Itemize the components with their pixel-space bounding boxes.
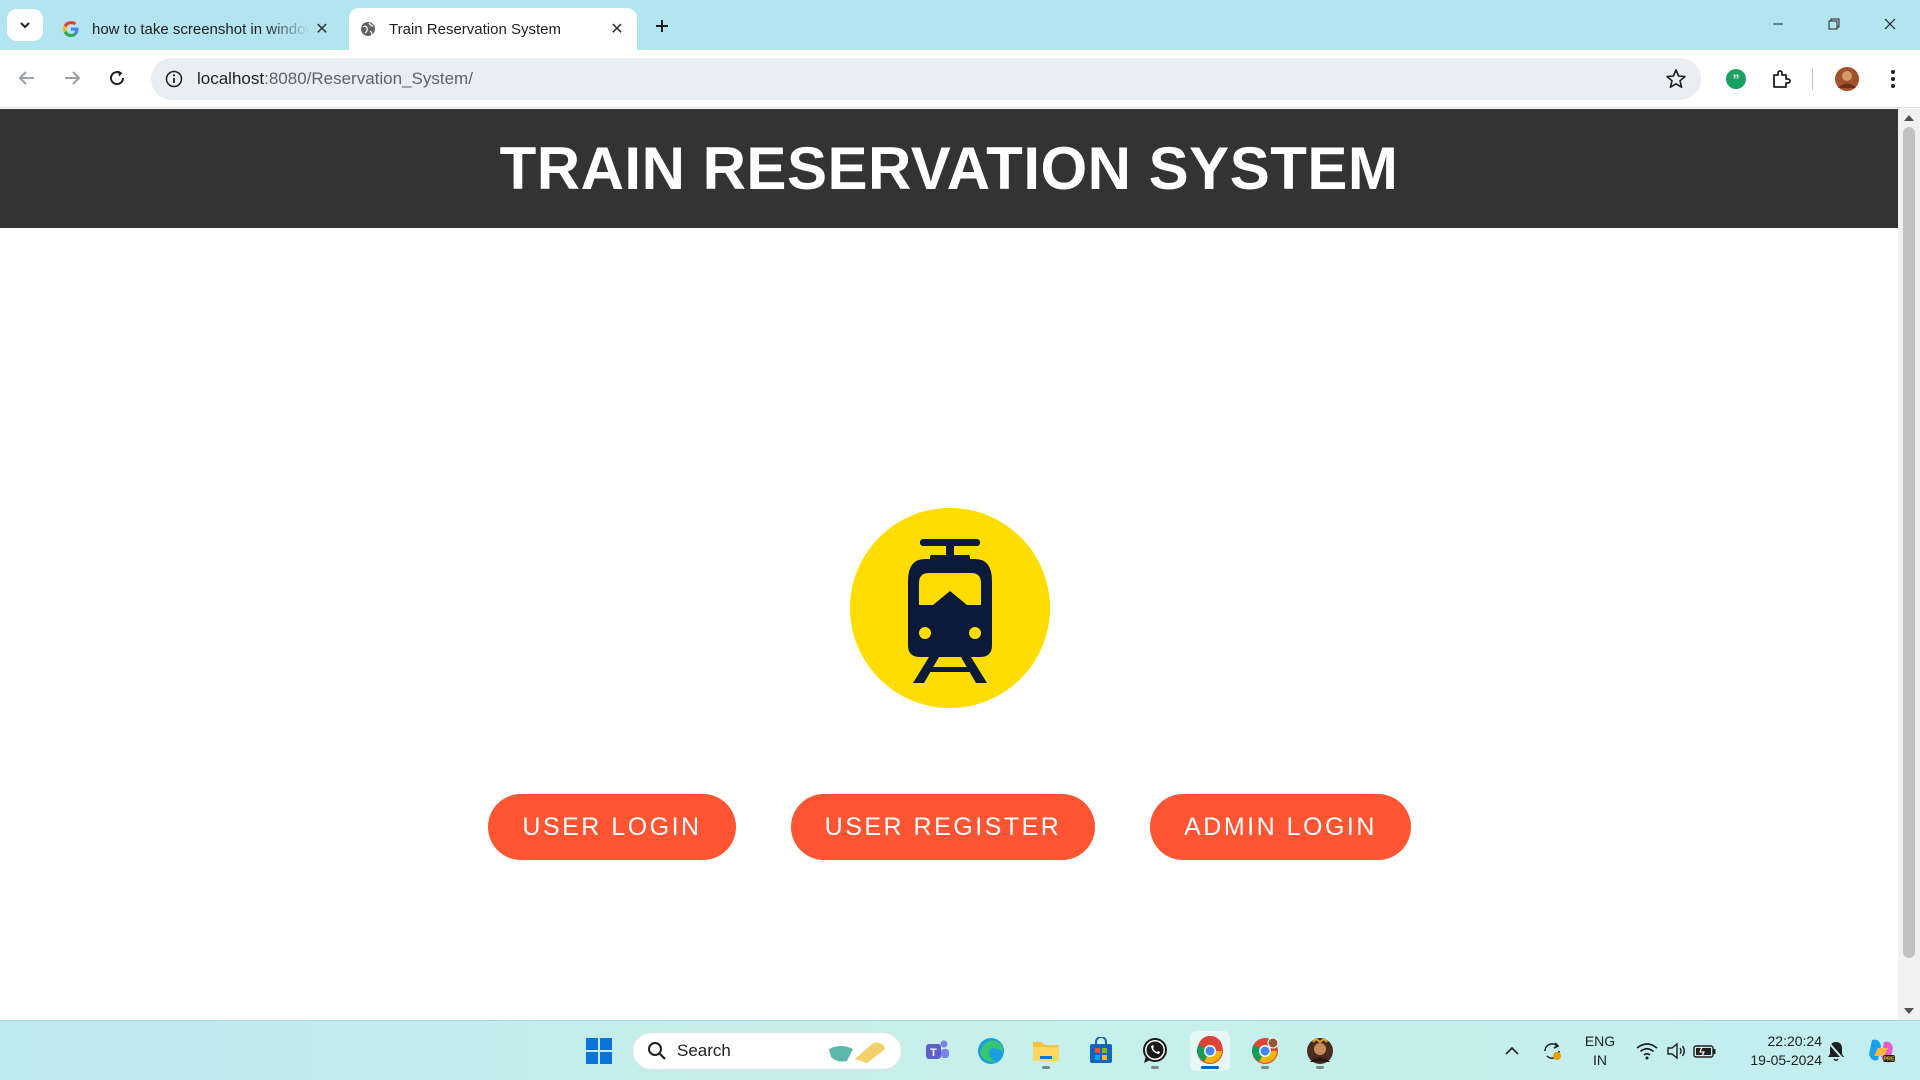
user-register-button[interactable]: USER REGISTER (791, 794, 1095, 860)
address-bar[interactable]: localhost:8080/Reservation_System/ (151, 58, 1701, 100)
taskbar-store[interactable] (1081, 1031, 1121, 1071)
restore-icon (1828, 18, 1840, 30)
page-scrollbar[interactable] (1898, 109, 1920, 1020)
taskbar-chrome[interactable] (1190, 1031, 1230, 1071)
reload-icon (110, 70, 125, 86)
url-text: localhost:8080/Reservation_System/ (197, 69, 473, 89)
battery-icon[interactable] (1693, 1039, 1717, 1063)
quote-extension-icon[interactable]: ” (1723, 66, 1749, 92)
language-code: ENG (1584, 1033, 1616, 1049)
user-login-button[interactable]: USER LOGIN (488, 794, 736, 860)
scroll-up-arrow-icon[interactable] (1904, 115, 1914, 121)
minimize-button[interactable] (1750, 0, 1806, 48)
store-icon (1090, 1037, 1112, 1063)
close-icon (1884, 18, 1896, 30)
browser-toolbar: localhost:8080/Reservation_System/ ” (0, 50, 1920, 108)
running-indicator (1316, 1066, 1324, 1069)
profile-avatar[interactable] (1834, 66, 1860, 92)
toolbar-divider (1812, 68, 1813, 90)
copilot-icon[interactable]: PRE (1866, 1039, 1896, 1063)
chrome-profile-icon (1252, 1037, 1279, 1064)
back-button[interactable] (10, 61, 44, 95)
clock-date: 19-05-2024 (1750, 1052, 1822, 1068)
windows-logo-icon (586, 1038, 612, 1064)
tab-title: how to take screenshot in windows (92, 20, 310, 38)
scroll-down-arrow-icon[interactable] (1904, 1008, 1914, 1014)
arrow-right-icon (65, 71, 81, 85)
taskbar-app-avatar[interactable] (1300, 1031, 1340, 1071)
running-indicator (1261, 1066, 1269, 1069)
clock-time: 22:20:24 (1767, 1033, 1823, 1049)
show-hidden-icons-chevron-icon[interactable] (1500, 1039, 1524, 1063)
taskbar-file-explorer[interactable] (1026, 1031, 1066, 1071)
google-icon (62, 20, 80, 38)
tab-train-reservation[interactable]: Train Reservation System ✕ (349, 8, 637, 50)
search-icon (648, 1042, 666, 1060)
site-info-icon[interactable] (163, 68, 185, 90)
teams-icon: T (926, 1040, 949, 1059)
start-button[interactable] (579, 1031, 619, 1071)
app-avatar-icon (1307, 1037, 1333, 1064)
running-indicator (1201, 1066, 1219, 1069)
edge-icon (978, 1038, 1004, 1064)
tab-search-button[interactable] (7, 9, 43, 41)
wifi-icon[interactable] (1635, 1039, 1659, 1063)
close-icon[interactable]: ✕ (605, 17, 629, 41)
page-header: TRAIN RESERVATION SYSTEM (0, 109, 1898, 228)
volume-icon[interactable] (1664, 1039, 1688, 1063)
chrome-icon (1197, 1036, 1223, 1064)
clock[interactable]: 22:20:24 19-05-2024 (1732, 1032, 1822, 1070)
forward-button[interactable] (55, 61, 89, 95)
new-tab-button[interactable] (648, 12, 676, 40)
train-icon (908, 539, 992, 683)
reload-button[interactable] (100, 61, 134, 95)
sync-icon[interactable] (1540, 1039, 1564, 1063)
running-indicator (1151, 1066, 1159, 1069)
extensions-puzzle-icon[interactable] (1768, 66, 1794, 92)
train-logo (850, 508, 1050, 708)
close-icon[interactable]: ✕ (310, 17, 334, 41)
svg-text:PRE: PRE (1883, 1057, 1895, 1063)
tab-title: Train Reservation System (389, 20, 562, 38)
svg-text:T: T (930, 1047, 937, 1059)
taskbar-teams[interactable]: T (917, 1031, 957, 1071)
close-window-button[interactable] (1862, 0, 1918, 48)
windows-taskbar: Search T ENG IN 22:20:24 19-05-2024 PRE (0, 1020, 1920, 1080)
taskbar-edge[interactable] (971, 1031, 1011, 1071)
folder-icon (1033, 1042, 1059, 1061)
page-viewport: TRAIN RESERVATION SYSTEM USER LOGIN USER… (0, 109, 1898, 1020)
notification-bell-icon[interactable] (1824, 1039, 1848, 1063)
browser-tab-strip: how to take screenshot in windows ✕ Trai… (0, 0, 1920, 50)
scroll-thumb[interactable] (1903, 127, 1915, 958)
url-host: localhost (197, 69, 265, 88)
region-code: IN (1593, 1052, 1607, 1068)
admin-login-button[interactable]: ADMIN LOGIN (1150, 794, 1411, 860)
taskbar-whatsapp[interactable] (1135, 1031, 1175, 1071)
taskbar-chrome-profile[interactable] (1245, 1031, 1285, 1071)
search-label: Search (677, 1041, 731, 1060)
url-path: :8080/Reservation_System/ (264, 69, 473, 88)
taskbar-search[interactable]: Search (632, 1032, 902, 1070)
bookmark-star-icon[interactable] (1665, 68, 1687, 90)
arrow-left-icon (18, 71, 34, 85)
restore-button[interactable] (1806, 0, 1862, 48)
plus-icon (656, 20, 668, 32)
more-menu-icon[interactable] (1880, 66, 1906, 92)
whatsapp-icon (1143, 1038, 1167, 1063)
search-highlight-icon (829, 1042, 885, 1063)
minimize-icon (1773, 23, 1783, 25)
chevron-down-icon (20, 22, 30, 29)
running-indicator (1042, 1066, 1050, 1069)
svg-text:”: ” (1733, 71, 1740, 87)
language-indicator[interactable]: ENG IN (1580, 1032, 1620, 1070)
globe-icon (359, 20, 377, 38)
page-title: TRAIN RESERVATION SYSTEM (499, 135, 1399, 202)
tab-google-search[interactable]: how to take screenshot in windows ✕ (52, 8, 342, 50)
